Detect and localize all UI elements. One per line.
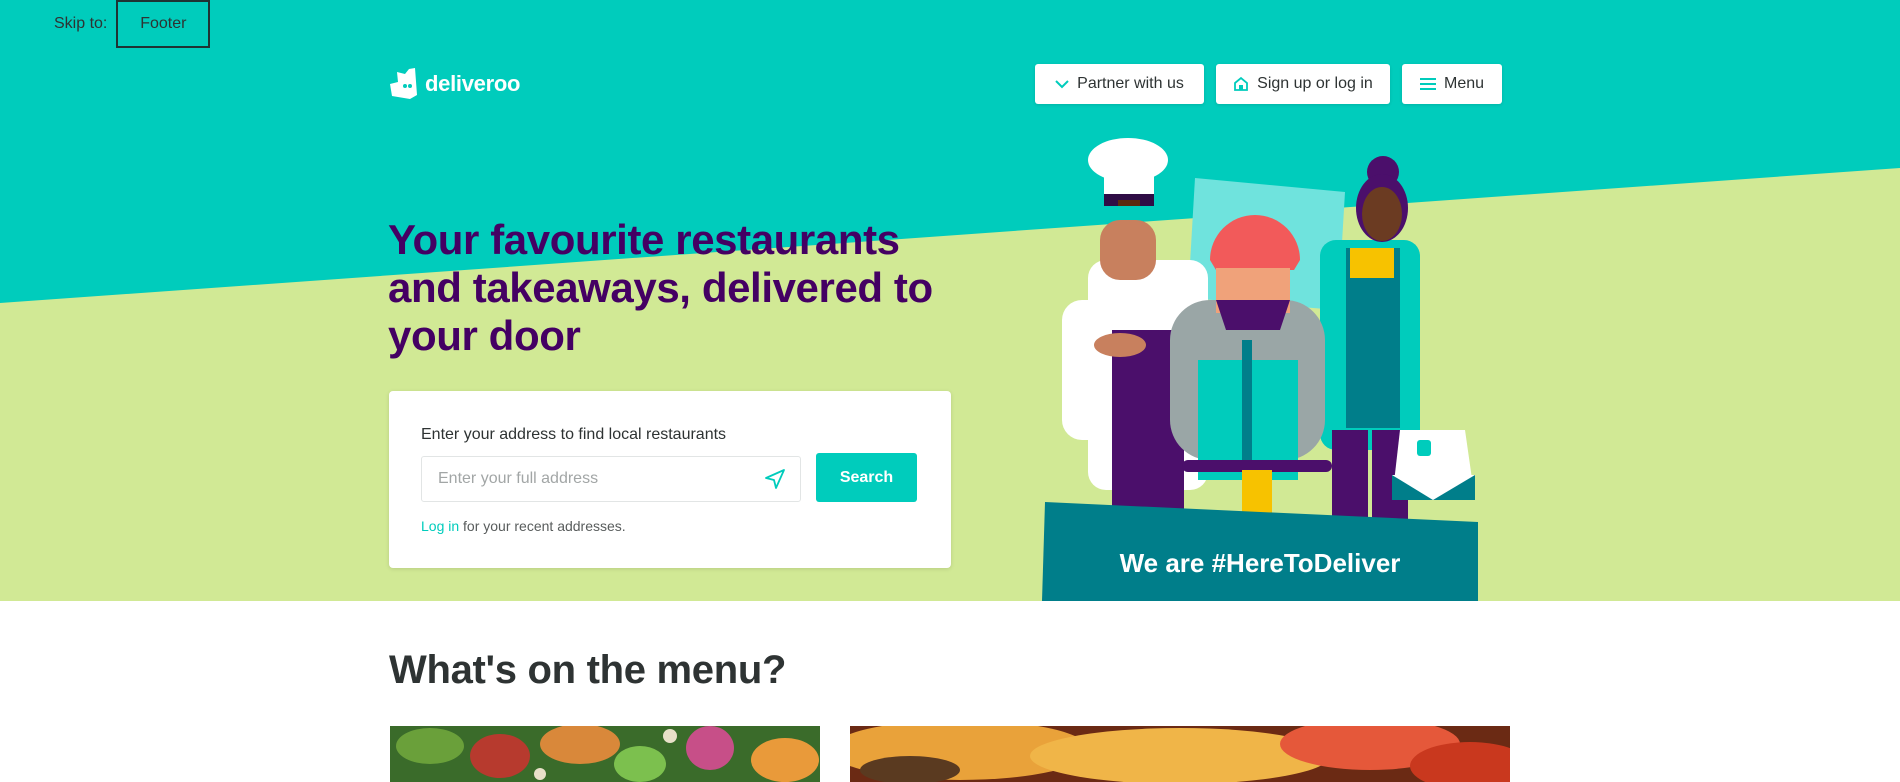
menu-section-title: What's on the menu? xyxy=(389,648,787,692)
search-label: Enter your address to find local restaur… xyxy=(421,426,727,443)
hamburger-icon xyxy=(1419,78,1436,90)
sign-up-or-log-in-button[interactable]: Sign up or log in xyxy=(1216,64,1390,104)
log-in-link[interactable]: Log in xyxy=(421,518,459,534)
skip-links: Skip to: Footer xyxy=(54,0,211,48)
salad-food-image xyxy=(390,726,820,782)
address-input[interactable] xyxy=(422,457,764,501)
address-field-wrapper xyxy=(421,456,801,502)
chevron-down-icon xyxy=(1055,80,1069,89)
delivery-team-illustration: We are #HereToDeliver xyxy=(1042,138,1478,601)
deliveroo-logo[interactable]: deliveroo xyxy=(389,68,520,100)
home-icon xyxy=(1234,76,1249,91)
partner-label: Partner with us xyxy=(1077,75,1184,92)
login-hint: Log in for your recent addresses. xyxy=(421,518,626,534)
location-arrow-icon[interactable] xyxy=(764,468,786,490)
skip-label: Skip to: xyxy=(54,15,108,32)
address-search-card: Enter your address to find local restaur… xyxy=(389,391,951,568)
menu-label: Menu xyxy=(1443,75,1485,92)
menu-category-tile[interactable] xyxy=(850,726,1510,782)
menu-category-tile[interactable] xyxy=(390,726,820,782)
hero-headline: Your favourite restaurants and takeaways… xyxy=(388,216,933,359)
kangaroo-logo-icon xyxy=(390,68,417,99)
skip-to-footer-link[interactable]: Footer xyxy=(116,0,211,48)
partner-with-us-button[interactable]: Partner with us xyxy=(1035,64,1204,104)
hero-section: We are #HereToDeliver Skip to: Footer de… xyxy=(0,0,1900,601)
login-hint-text: for your recent addresses. xyxy=(459,518,626,534)
signup-label: Sign up or log in xyxy=(1257,75,1373,92)
banner-text: We are #HereToDeliver xyxy=(1120,548,1401,578)
search-button[interactable]: Search xyxy=(816,453,917,502)
burger-food-image xyxy=(850,726,1510,782)
brand-name: deliveroo xyxy=(425,71,521,96)
menu-button[interactable]: Menu xyxy=(1402,64,1502,104)
